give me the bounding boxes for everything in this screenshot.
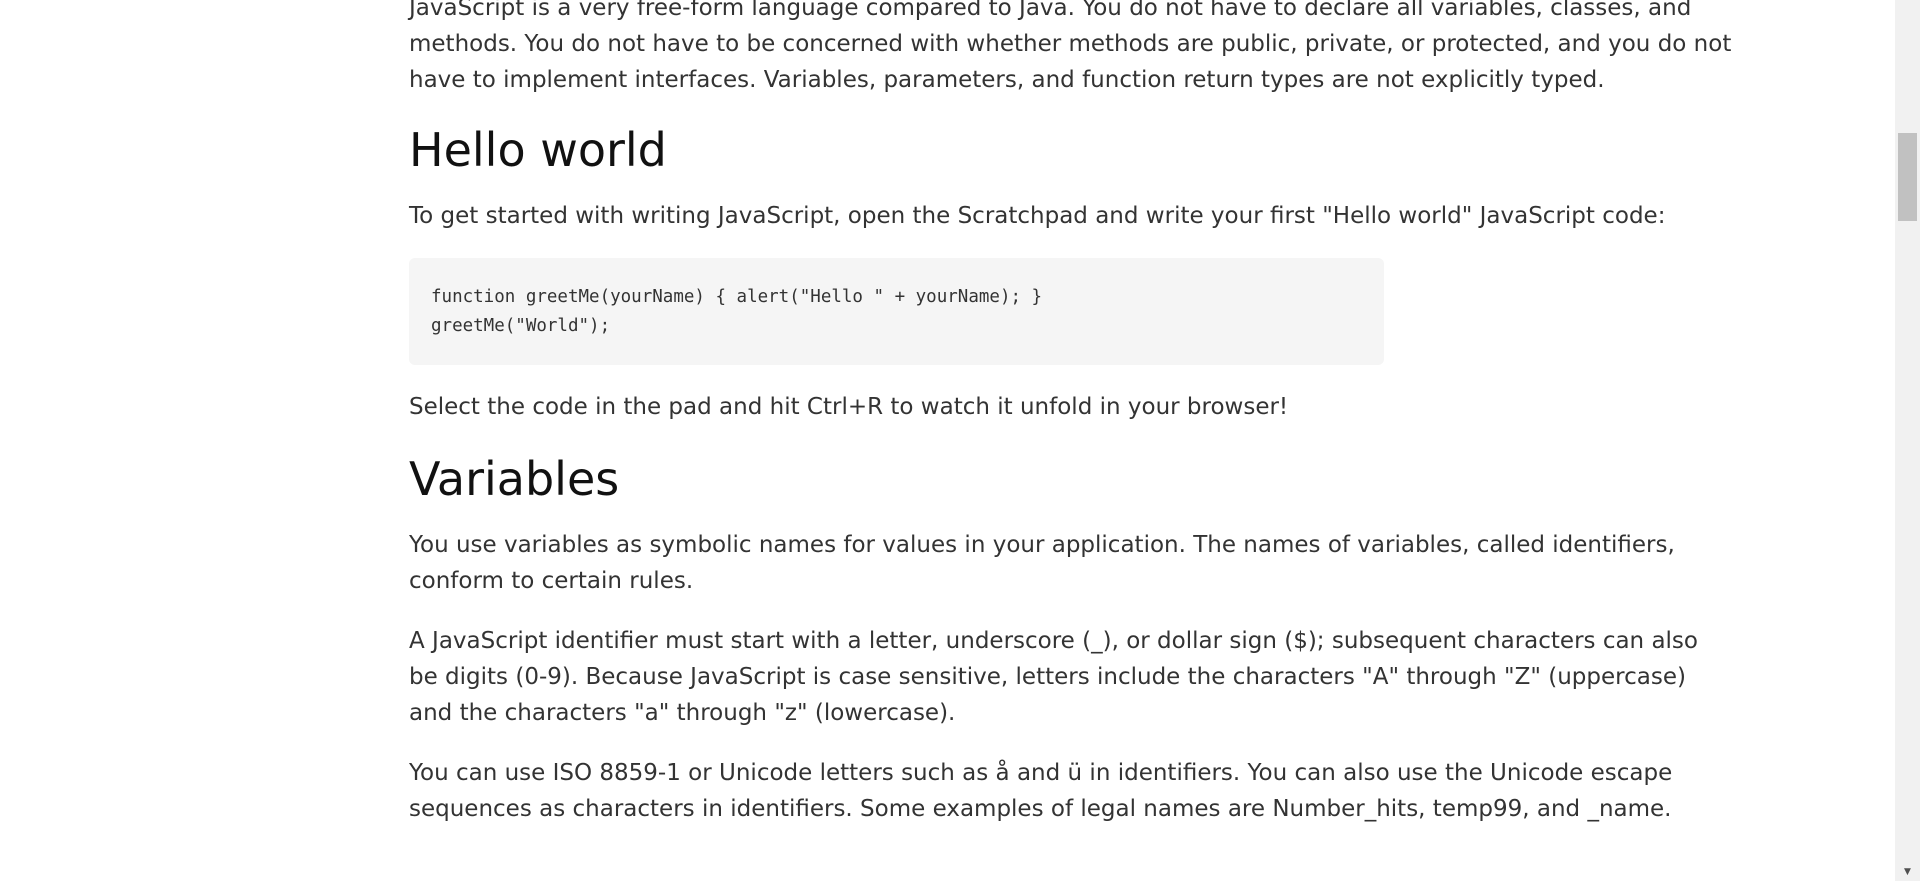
variables-paragraph-2: A JavaScript identifier must start with …	[409, 628, 1698, 726]
code-line: greetMe("World");	[431, 316, 611, 336]
variables-paragraph-1: You use variables as symbolic names for …	[409, 532, 1675, 594]
variables-paragraph-3: You can use ISO 8859-1 or Unicode letter…	[409, 760, 1673, 822]
hello-world-code-block[interactable]: function greetMe(yourName) { alert("Hell…	[409, 258, 1384, 365]
vertical-scrollbar[interactable]: ▼	[1895, 0, 1920, 881]
hello-world-paragraph: To get started with writing JavaScript, …	[409, 203, 1666, 229]
after-code-paragraph: Select the code in the pad and hit Ctrl+…	[409, 394, 1289, 420]
variables-heading: Variables	[409, 452, 620, 506]
article-content: JavaScript is a very free-form language …	[409, 0, 1734, 827]
page-viewport: JavaScript is a very free-form language …	[0, 0, 1895, 881]
intro-paragraph: JavaScript is a very free-form language …	[409, 0, 1732, 93]
scrollbar-thumb[interactable]	[1898, 133, 1917, 221]
hello-world-heading: Hello world	[409, 123, 667, 177]
code-line: function greetMe(yourName) { alert("Hell…	[431, 287, 1043, 307]
chevron-down-icon[interactable]: ▼	[1895, 864, 1920, 881]
